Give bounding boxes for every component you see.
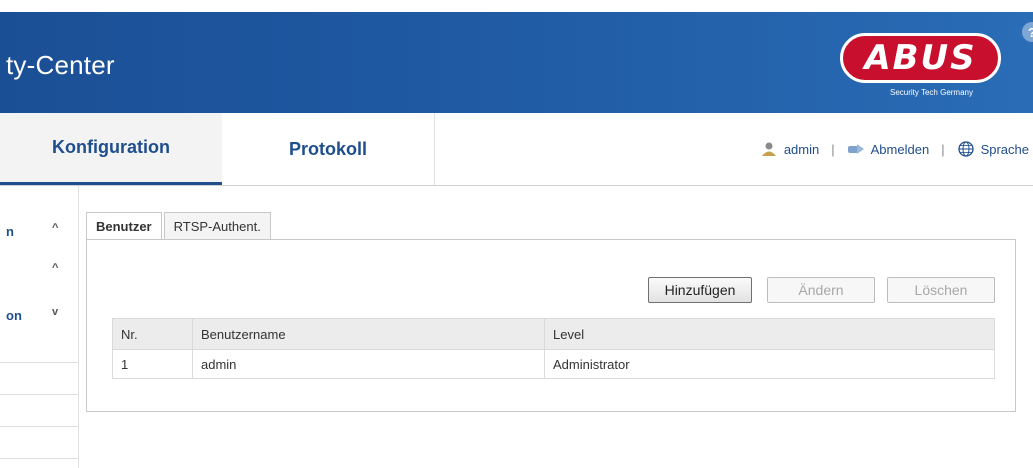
sidebar-item-label: n	[6, 224, 14, 239]
edit-button[interactable]: Ändern	[767, 277, 875, 303]
column-header-benutzername: Benutzername	[192, 318, 545, 350]
sidebar: n ^ ^ on v	[0, 186, 79, 468]
delete-button[interactable]: Löschen	[887, 277, 995, 303]
app-title: ty-Center	[6, 50, 115, 80]
user-area: admin | Abmelden | Sprache	[760, 113, 1029, 185]
column-header-nr: Nr.	[112, 318, 193, 350]
column-header-level: Level	[544, 318, 995, 350]
logo-oval: ABUS	[840, 33, 1001, 83]
cell-username: admin	[192, 349, 545, 379]
chevron-down-icon: v	[52, 306, 59, 318]
sidebar-divider	[0, 426, 78, 427]
sidebar-item-1[interactable]: n ^	[0, 216, 78, 248]
logout-icon	[847, 141, 865, 157]
logo-text: ABUS	[864, 38, 977, 78]
chevron-up-icon: ^	[52, 222, 59, 234]
sidebar-item-label: on	[6, 308, 22, 323]
logout-link[interactable]: Abmelden	[871, 142, 930, 157]
table-header-row: Nr. Benutzername Level	[112, 318, 995, 350]
abus-logo: ABUS Security Tech Germany	[840, 33, 1003, 103]
user-icon	[760, 141, 778, 157]
separator: |	[831, 141, 835, 157]
add-button[interactable]: Hinzufügen	[648, 277, 752, 303]
globe-icon	[957, 141, 975, 157]
sidebar-divider	[0, 458, 78, 459]
sidebar-item-2[interactable]: ^	[0, 256, 78, 288]
tab-konfiguration[interactable]: Konfiguration	[0, 113, 222, 185]
separator: |	[941, 141, 945, 157]
table-row[interactable]: 1 admin Administrator	[112, 349, 995, 379]
app-header: ty-Center ABUS Security Tech Germany ?	[0, 0, 1033, 113]
tab-protokoll[interactable]: Protokoll	[222, 113, 435, 185]
cell-nr: 1	[112, 349, 193, 379]
main-navbar: Konfiguration Protokoll admin | Abmelden…	[0, 113, 1033, 186]
tab-benutzer[interactable]: Benutzer	[86, 212, 162, 240]
language-link[interactable]: Sprache	[981, 142, 1029, 157]
sidebar-divider	[0, 362, 78, 363]
user-link[interactable]: admin	[784, 142, 819, 157]
users-table: Nr. Benutzername Level 1 admin Administr…	[112, 318, 995, 379]
tab-rtsp-authent[interactable]: RTSP-Authent.	[163, 212, 271, 239]
sidebar-divider	[0, 394, 78, 395]
sidebar-item-3[interactable]: on v	[0, 300, 78, 332]
chevron-up-icon: ^	[52, 262, 59, 274]
cell-level: Administrator	[544, 349, 995, 379]
logo-tagline: Security Tech Germany	[890, 88, 973, 97]
user-tabs: Benutzer RTSP-Authent.	[86, 212, 273, 240]
